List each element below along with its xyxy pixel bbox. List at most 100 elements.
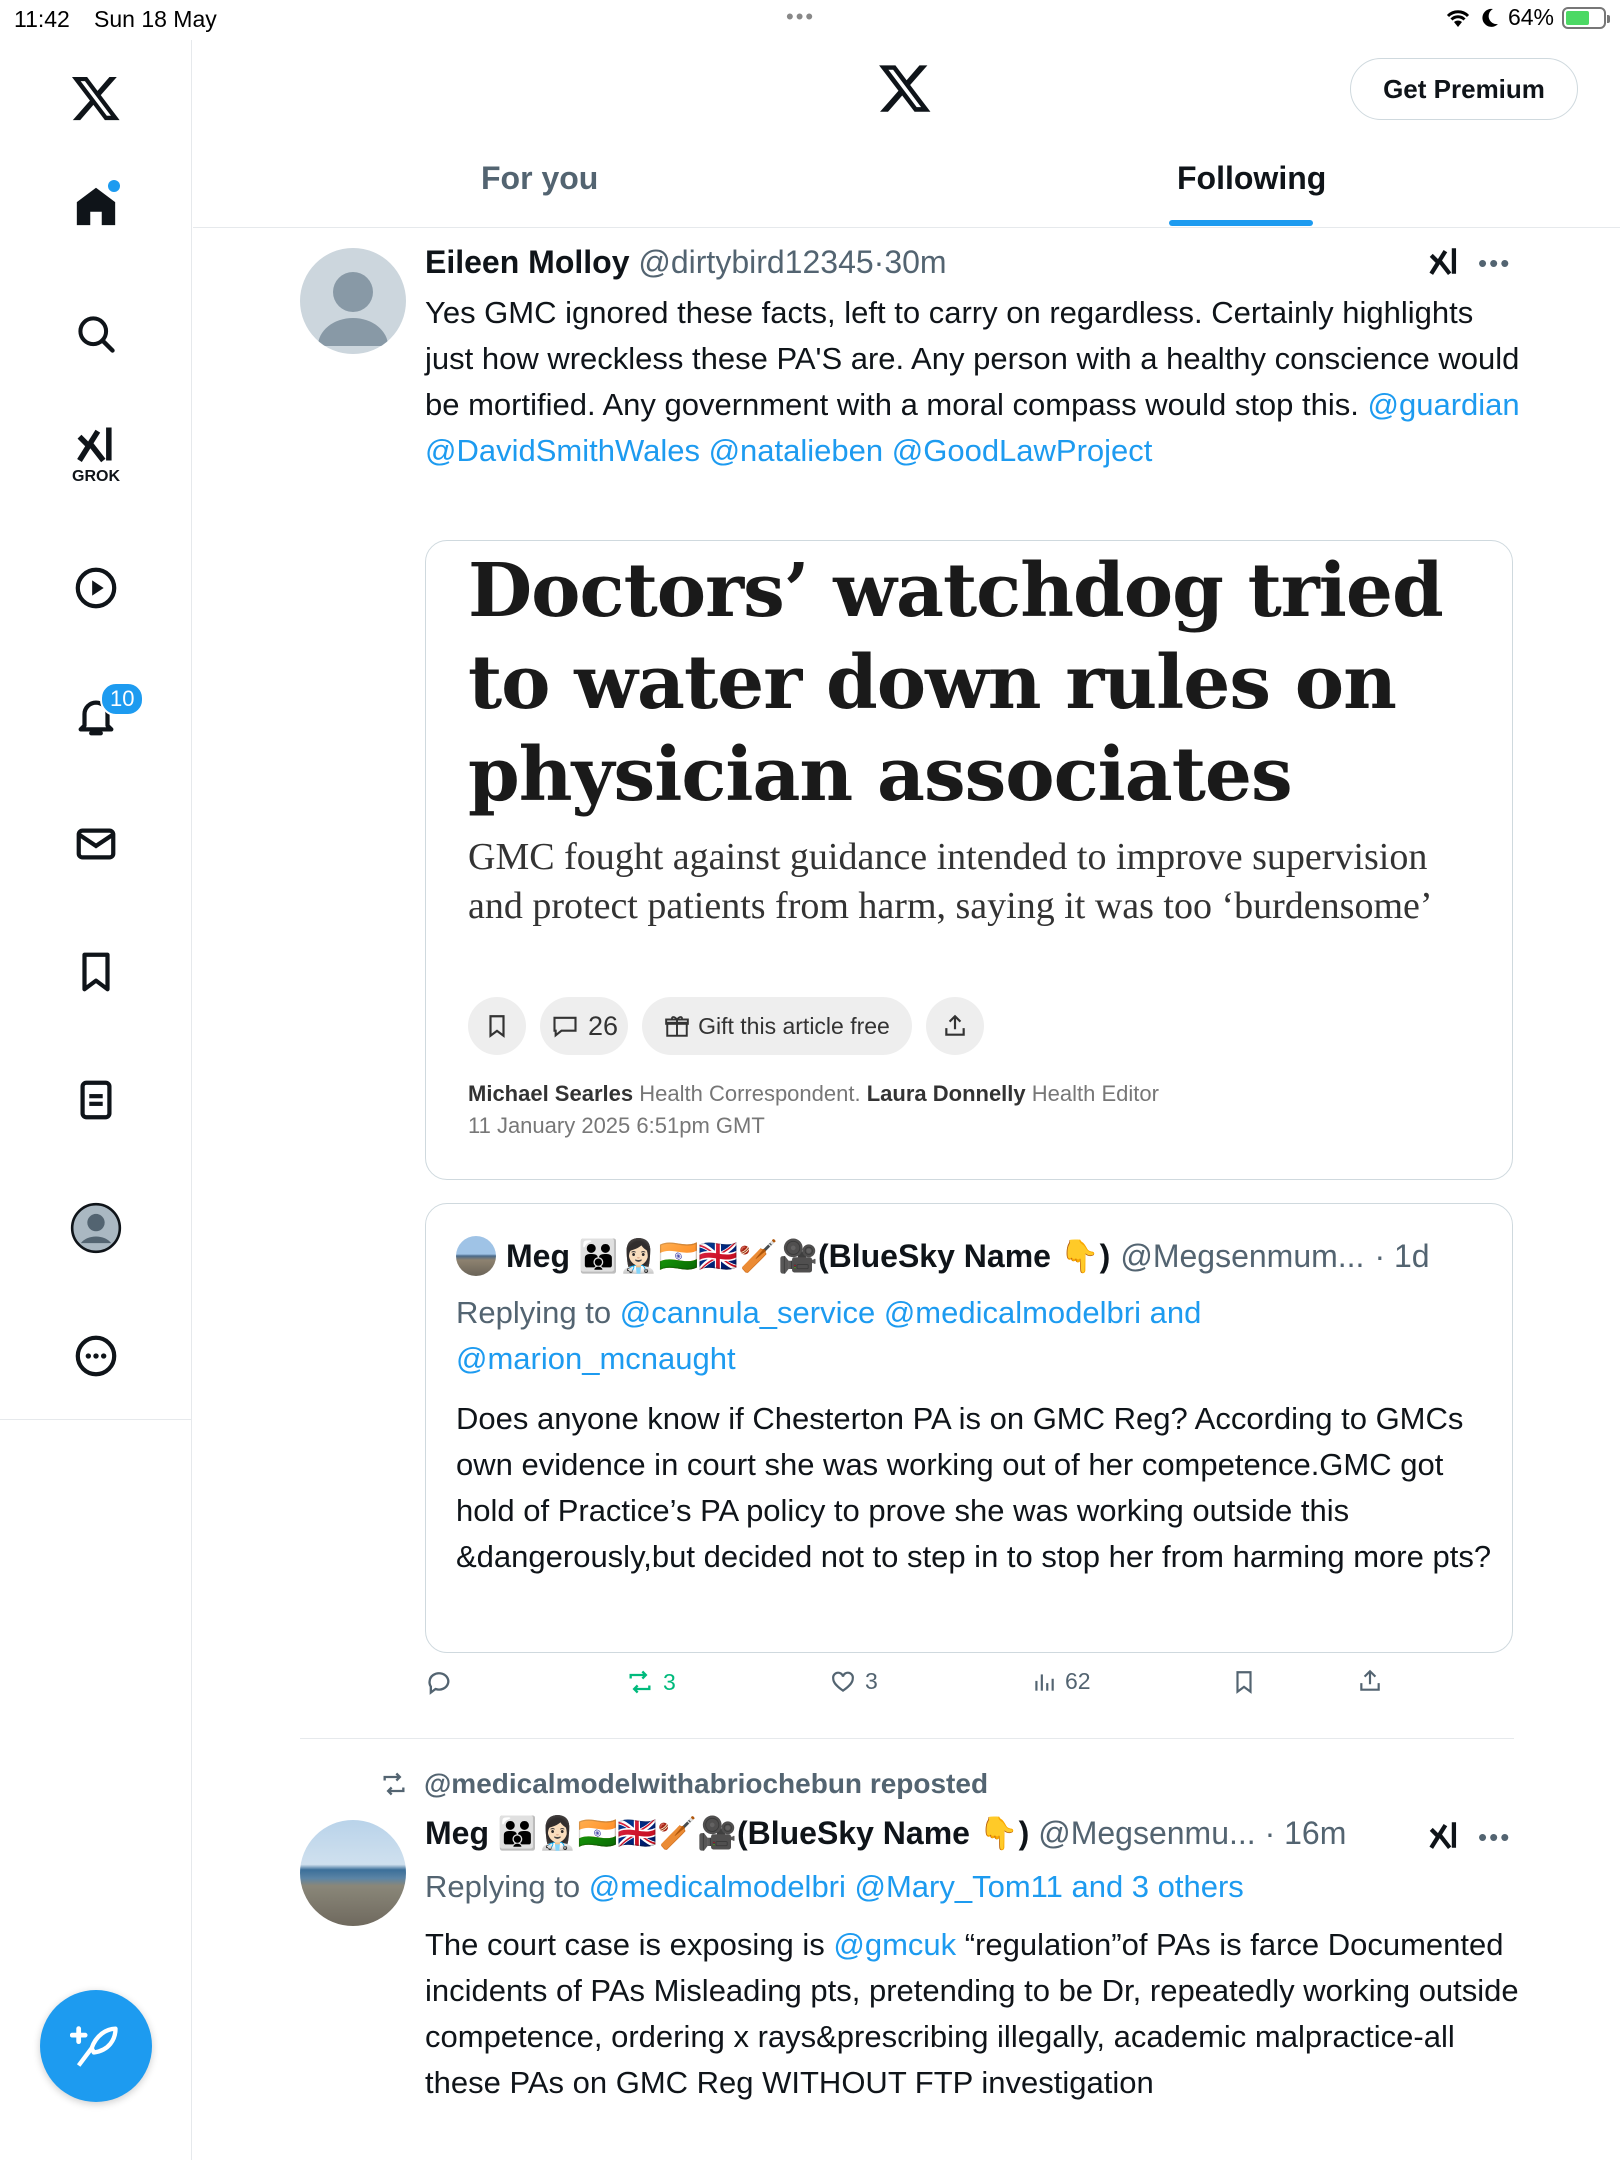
avatar[interactable] (456, 1236, 496, 1276)
tweet-text: The court case is exposing is @gmcuk “re… (425, 1922, 1525, 2106)
comment-icon (553, 1016, 577, 1038)
mention-link[interactable]: @natalieben (709, 433, 884, 468)
quoted-post[interactable]: Meg 👪👩🏻‍⚕️🇮🇳🇬🇧🏏🎥(BlueSky Name 👇) @Megsen… (425, 1203, 1513, 1653)
author-name[interactable]: Eileen Molloy (425, 244, 629, 280)
post-divider (300, 1738, 1514, 1739)
avatar[interactable] (300, 1820, 406, 1926)
mention-link[interactable]: @DavidSmithWales (425, 433, 700, 468)
author1-name: Michael Searles (468, 1081, 634, 1106)
sidebar: GROK 10 (0, 40, 192, 2160)
status-time: 11:42 (14, 6, 70, 32)
more-options-icon[interactable]: ••• (1478, 1822, 1511, 1853)
mention-link[interactable]: @GoodLawProject (892, 433, 1153, 468)
bookmarks-icon[interactable] (64, 940, 128, 1004)
gift-icon (665, 1016, 689, 1037)
tweet-body: Yes GMC ignored these facts, left to car… (425, 295, 1520, 422)
repost-button[interactable]: 3 (625, 1668, 676, 1696)
status-date: Sun 18 May (94, 6, 217, 32)
status-indicators: 64% (1444, 4, 1610, 31)
replying-mentions[interactable]: @cannula_service @medicalmodelbri and (620, 1295, 1202, 1330)
more-options-icon[interactable]: ••• (1478, 248, 1511, 279)
like-button[interactable]: 3 (829, 1668, 878, 1695)
home-icon[interactable] (64, 174, 128, 238)
author-handle[interactable]: @dirtybird12345 (638, 244, 873, 280)
author-handle[interactable]: @Megsenmum... (1120, 1238, 1364, 1275)
view-count: 62 (1065, 1668, 1091, 1694)
lists-icon[interactable] (64, 1068, 128, 1132)
author-name[interactable]: Meg 👪👩🏻‍⚕️🇮🇳🇬🇧🏏🎥(BlueSky Name 👇) (506, 1237, 1110, 1275)
replying-prefix: Replying to (456, 1295, 612, 1330)
post-time[interactable]: · 16m (1265, 1815, 1347, 1851)
author-handle[interactable]: @Megsenmu... (1038, 1815, 1255, 1851)
sidebar-divider (0, 1419, 192, 1420)
share-icon (945, 1014, 965, 1036)
video-play-icon[interactable] (64, 556, 128, 620)
compose-post-button[interactable] (40, 1990, 152, 2102)
default-avatar-icon (318, 272, 388, 346)
get-premium-button[interactable]: Get Premium (1350, 58, 1578, 120)
replying-prefix: Replying to (425, 1869, 581, 1904)
wifi-icon (1446, 9, 1470, 27)
bookmark-icon (1236, 1671, 1252, 1694)
battery-percent: 64% (1507, 4, 1554, 30)
active-tab-indicator (1169, 220, 1313, 226)
article-byline: Michael Searles Health Correspondent. La… (468, 1081, 1159, 1107)
bookmark-button[interactable] (1231, 1668, 1257, 1696)
like-count: 3 (865, 1668, 878, 1694)
grok-explain-icon[interactable] (1426, 1818, 1462, 1860)
gift-article-button: Gift this article free (642, 997, 912, 1055)
post-actions: 3 3 62 (425, 1668, 1425, 1708)
article-subheadline: GMC fought against guidance intended to … (468, 836, 1433, 927)
article-bookmark-button (468, 997, 526, 1055)
article-headline: Doctors’ watchdog tried to water down ru… (468, 548, 1444, 818)
article-date: 11 January 2025 6:51pm GMT (468, 1113, 765, 1138)
x-logo-icon (877, 60, 933, 121)
views-button[interactable]: 62 (1031, 1668, 1091, 1695)
status-bar: 11:42 Sun 18 May ••• 64% (0, 0, 1620, 40)
home-unread-dot (108, 180, 120, 192)
profile-avatar-icon[interactable] (64, 1196, 128, 1260)
replying-mentions[interactable]: @marion_mcnaught (456, 1341, 736, 1376)
post-time[interactable]: · 1d (1374, 1238, 1429, 1275)
article-comments-button: 26 (540, 997, 628, 1055)
share-icon (1360, 1669, 1380, 1691)
share-button[interactable] (1357, 1668, 1383, 1694)
more-options-icon[interactable] (64, 1324, 128, 1388)
tab-for-you[interactable]: For you (481, 160, 598, 197)
mention-link[interactable]: @gmcuk (833, 1927, 956, 1962)
author-name[interactable]: Meg 👪👩🏻‍⚕️🇮🇳🇬🇧🏏🎥(BlueSky Name 👇) (425, 1815, 1029, 1851)
quoted-post-text: Does anyone know if Chesterton PA is on … (456, 1401, 1492, 1574)
grok-label: GROK (72, 468, 120, 485)
repost-context[interactable]: @medicalmodelwithabriochebun reposted (378, 1768, 988, 1800)
heart-icon (832, 1671, 854, 1692)
mention-link[interactable]: @guardian (1368, 387, 1520, 422)
author1-role: Health Correspondent. (639, 1081, 861, 1106)
bookmark-icon (489, 1015, 505, 1038)
moon-icon (1482, 8, 1498, 27)
article-share-button (926, 997, 984, 1055)
repost-icon (629, 1670, 651, 1694)
grok-icon[interactable]: GROK (64, 422, 128, 486)
tab-following[interactable]: Following (1177, 160, 1326, 197)
messages-mail-icon[interactable] (64, 812, 128, 876)
quoted-post-header: Meg 👪👩🏻‍⚕️🇮🇳🇬🇧🏏🎥(BlueSky Name 👇) @Megsen… (456, 1236, 1430, 1276)
article-comment-count: 26 (587, 1010, 619, 1041)
post-time[interactable]: 30m (884, 244, 946, 280)
reply-button[interactable] (425, 1668, 453, 1696)
grok-explain-icon[interactable] (1426, 244, 1462, 286)
gift-article-label: Gift this article free (698, 1012, 890, 1039)
repost-label: @medicalmodelwithabriochebun reposted (424, 1768, 989, 1799)
replying-to: Replying to @cannula_service @medicalmod… (456, 1290, 1496, 1382)
search-icon[interactable] (64, 302, 128, 366)
battery-icon (1562, 6, 1610, 29)
replying-mentions[interactable]: @medicalmodelbri @Mary_Tom11 and 3 other… (589, 1869, 1244, 1904)
notifications-badge: 10 (100, 682, 145, 716)
x-logo-icon[interactable] (64, 66, 128, 130)
avatar[interactable] (300, 248, 406, 354)
multitasking-dots-icon[interactable]: ••• (786, 4, 815, 30)
separator-dot: · (873, 244, 885, 280)
author2-name: Laura Donnelly (866, 1081, 1026, 1106)
article-image-card[interactable]: Doctors’ watchdog tried to water down ru… (425, 540, 1513, 1180)
analytics-icon (1035, 1673, 1054, 1691)
notifications-bell-icon[interactable]: 10 (64, 682, 145, 748)
